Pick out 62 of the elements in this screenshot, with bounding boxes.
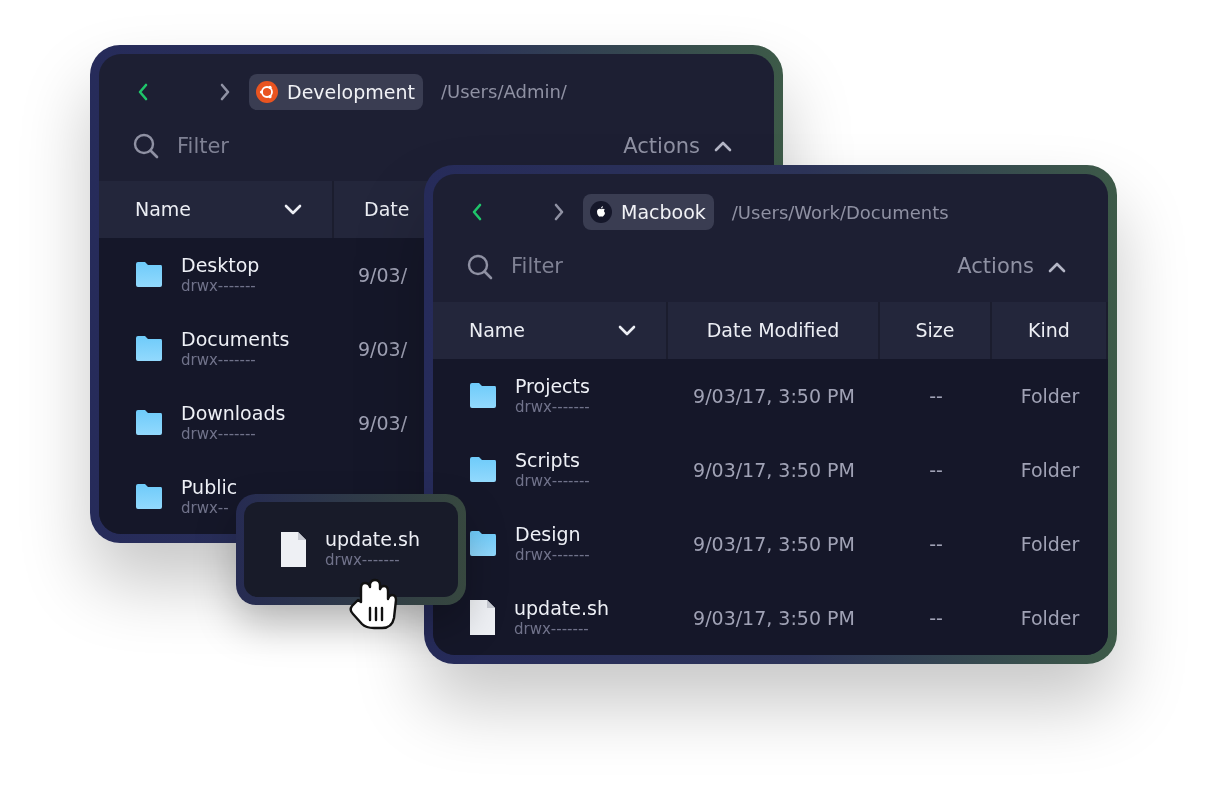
actions-button[interactable]: Actions (957, 251, 1066, 283)
file-name: Projects (515, 374, 590, 398)
search-icon (133, 133, 159, 160)
location-chip[interactable]: Macbook (583, 194, 714, 230)
permissions-text: drwx------- (181, 424, 257, 445)
file-name: Downloads (181, 401, 286, 425)
chevron-down-icon (284, 202, 302, 217)
date-cell: 9/03/17, 3:50 PM (693, 384, 855, 407)
size-cell: -- (929, 458, 943, 481)
size-cell: -- (929, 532, 943, 555)
drag-card[interactable]: update.sh drwx------- (236, 494, 466, 605)
search-icon (467, 254, 493, 280)
path-text: /Users/Work/Documents (731, 200, 949, 225)
permissions-text: drwx------- (514, 619, 590, 640)
permissions-text: drwx------- (515, 397, 590, 418)
kind-cell: Folder (1020, 458, 1080, 481)
file-name: Design (515, 522, 582, 546)
file-name: Scripts (515, 448, 581, 472)
date-cell: 9/03/ (358, 337, 408, 360)
file-name: update.sh (514, 596, 609, 620)
kind-cell: Folder (1020, 532, 1080, 555)
folder-icon (135, 261, 163, 289)
folder-icon (469, 382, 497, 410)
file-icon (469, 599, 496, 637)
date-cell: 9/03/ (358, 263, 408, 286)
kind-cell: Folder (1020, 384, 1080, 407)
date-cell: 9/03/17, 3:50 PM (693, 458, 855, 481)
file-name: update.sh (325, 528, 420, 552)
folder-icon (135, 409, 163, 437)
filter-field[interactable]: Filter (175, 129, 375, 164)
file-icon (280, 531, 307, 568)
actions-button[interactable]: Actions (623, 130, 732, 163)
folder-icon (469, 530, 497, 558)
permissions-text: drwx------- (325, 551, 401, 571)
size-cell: -- (929, 384, 943, 407)
permissions-text: drwx-- (181, 498, 230, 519)
chevron-left-icon (471, 203, 483, 221)
chevron-left-icon (137, 82, 149, 101)
chevron-right-icon (553, 203, 565, 221)
chevron-down-icon (618, 323, 636, 338)
file-name: Documents (181, 327, 290, 351)
folder-icon (469, 456, 497, 484)
path-text: /Users/Admin/ (440, 80, 567, 105)
file-name: Desktop (181, 253, 260, 277)
kind-cell: Folder (1020, 606, 1080, 629)
size-cell: -- (929, 606, 943, 629)
folder-icon (135, 335, 163, 363)
file-name: Public (181, 475, 238, 499)
location-chip[interactable]: Development (249, 73, 423, 110)
permissions-text: drwx------- (515, 545, 590, 566)
apple-logo-icon (589, 200, 613, 224)
chevron-right-icon (219, 82, 231, 101)
permissions-text: drwx------- (181, 350, 257, 371)
permissions-text: drwx------- (181, 276, 257, 297)
column-header[interactable]: Date (334, 181, 423, 238)
date-cell: 9/03/ (358, 411, 408, 434)
date-cell: 9/03/17, 3:50 PM (693, 606, 855, 629)
logo-icon (255, 79, 279, 104)
folder-icon (135, 483, 163, 511)
date-cell: 9/03/17, 3:50 PM (693, 532, 855, 555)
permissions-text: drwx------- (515, 471, 590, 492)
filter-field[interactable]: Filter (509, 250, 709, 284)
